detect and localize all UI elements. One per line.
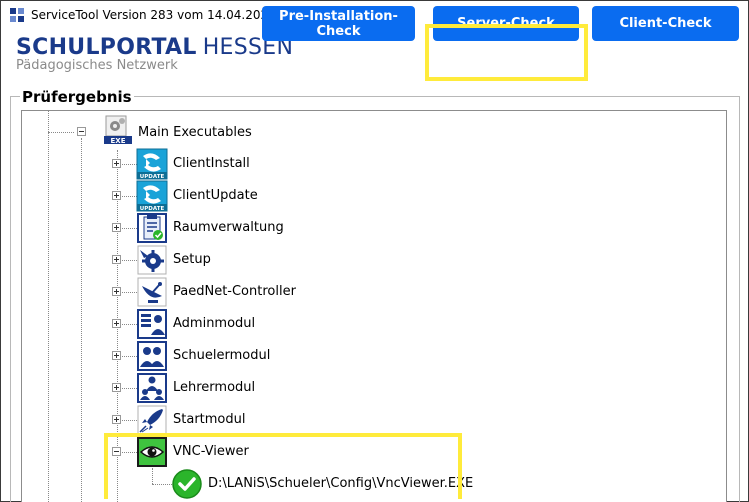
exe-badge-text: EXE	[111, 137, 126, 145]
tree-expand-toggle[interactable]	[112, 383, 121, 392]
tree-expand-toggle[interactable]	[112, 191, 121, 200]
client-check-button[interactable]: Client-Check	[592, 6, 739, 41]
brand-name-bold: SCHULPORTAL	[16, 35, 197, 60]
tree-node-label[interactable]: Lehrermodul	[173, 380, 255, 395]
gear-setup-icon	[136, 244, 168, 276]
update-icon: UPDATE	[136, 180, 168, 212]
vnc-viewer-highlight	[104, 433, 462, 499]
teacher-icon	[136, 372, 168, 404]
tree-node-label[interactable]: Setup	[173, 252, 211, 267]
root-collapse-toggle[interactable]	[77, 127, 86, 136]
tree-expand-toggle[interactable]	[112, 319, 121, 328]
clipboard-check-icon	[136, 212, 168, 244]
exe-gear-icon: EXE	[102, 114, 134, 146]
tree-line	[81, 138, 82, 502]
result-group-label: Prüfergebnis	[20, 88, 134, 106]
tree-node-label[interactable]: Raumverwaltung	[173, 220, 284, 235]
tree-node-label[interactable]: Schuelermodul	[173, 348, 270, 363]
window-title: ServiceTool Version 283 vom 14.04.2025	[31, 8, 276, 22]
brand-logo: SCHULPORTAL HESSEN Pädagogisches Netzwer…	[16, 35, 293, 73]
tree-node-label[interactable]: ClientUpdate	[173, 188, 258, 203]
brand-subtitle: Pädagogisches Netzwerk	[16, 58, 178, 73]
tree-node-label[interactable]: Startmodul	[173, 412, 245, 427]
tree-expand-toggle[interactable]	[112, 287, 121, 296]
tree-expand-toggle[interactable]	[112, 223, 121, 232]
tree-node-label[interactable]: Adminmodul	[173, 316, 255, 331]
server-check-highlight	[425, 24, 588, 81]
tree-expand-toggle[interactable]	[112, 351, 121, 360]
rocket-icon	[136, 404, 168, 436]
tree-line	[48, 111, 49, 502]
tree-expand-toggle[interactable]	[112, 255, 121, 264]
tree-node-main-executables[interactable]: Main Executables	[138, 125, 252, 140]
tree-node-label[interactable]: PaedNet-Controller	[173, 284, 296, 299]
pre-installation-check-button[interactable]: Pre-Installation-Check	[262, 6, 415, 41]
students-icon	[136, 340, 168, 372]
servicetool-icon	[9, 7, 25, 23]
tree-node-label[interactable]: ClientInstall	[173, 156, 250, 171]
tree-expand-toggle[interactable]	[112, 415, 121, 424]
tree-expand-toggle[interactable]	[112, 159, 121, 168]
admin-icon	[136, 308, 168, 340]
update-icon: UPDATE	[136, 148, 168, 180]
tree-line	[48, 132, 74, 133]
satellite-dish-icon	[136, 276, 168, 308]
